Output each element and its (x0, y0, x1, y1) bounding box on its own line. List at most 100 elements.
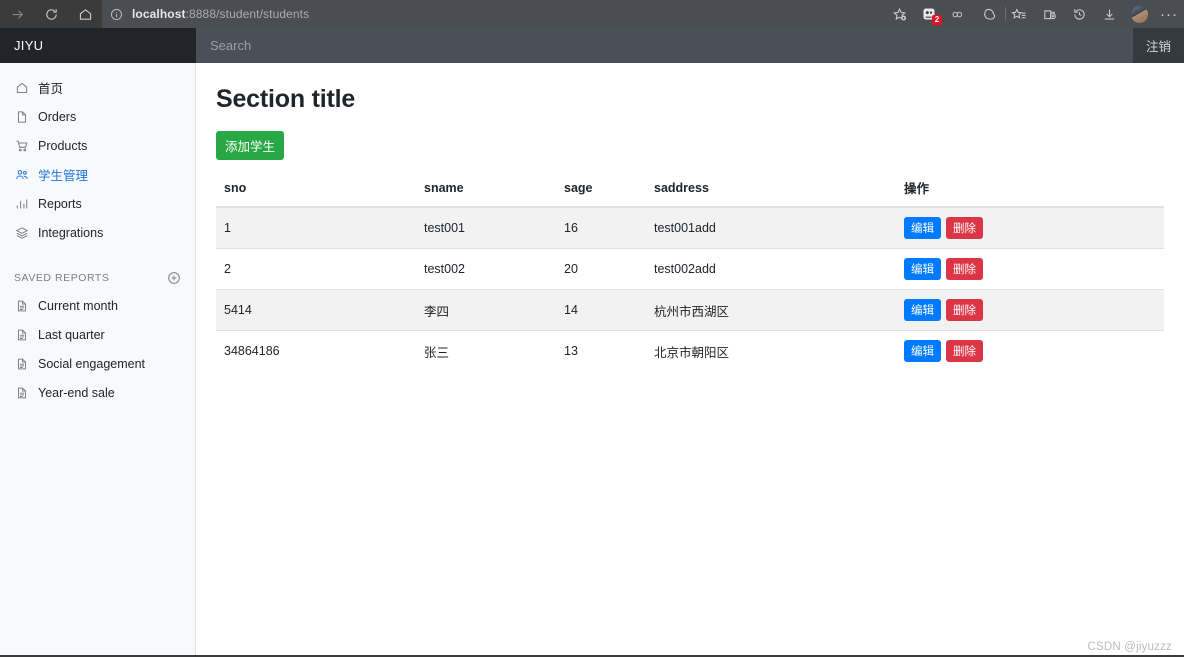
saved-reports-label: SAVED REPORTS (14, 272, 110, 284)
sidebar-item-social-engagement[interactable]: Social engagement (0, 349, 195, 378)
sidebar: 首页 Orders Products 学生管理 Reports Integrat… (0, 63, 196, 657)
table-header: sno sname sage saddress 操作 (216, 172, 1164, 208)
file-icon (14, 109, 29, 124)
settings-more-glyph: ··· (1160, 5, 1178, 23)
sidebar-item-label: Year-end sale (38, 385, 115, 400)
brand-label: JIYU (14, 38, 44, 53)
edit-button[interactable]: 编辑 (904, 340, 941, 362)
address-host: localhost (132, 7, 186, 21)
cell-sno: 34864186 (216, 330, 416, 371)
browser-nav-buttons (0, 0, 102, 28)
table-row: 2 test002 20 test002add 编辑 删除 (216, 248, 1164, 290)
column-header-sname: sname (416, 172, 556, 208)
site-info-icon[interactable] (110, 8, 123, 21)
sidebar-item-products[interactable]: Products (0, 131, 195, 160)
brand-logo[interactable]: JIYU (0, 28, 196, 63)
column-header-sno: sno (216, 172, 416, 208)
infinity-icon[interactable] (944, 0, 974, 28)
sidebar-item-year-end-sale[interactable]: Year-end sale (0, 378, 195, 407)
sidebar-item-orders[interactable]: Orders (0, 102, 195, 131)
address-bar[interactable]: localhost:8888/student/students (102, 0, 884, 28)
address-path: :8888/student/students (185, 7, 310, 21)
cell-sname: 李四 (416, 289, 556, 331)
table-row: 5414 李四 14 杭州市西湖区 编辑 删除 (216, 289, 1164, 331)
layers-icon (14, 225, 29, 240)
sidebar-item-label: 学生管理 (38, 169, 89, 183)
table-row: 1 test001 16 test001add 编辑 删除 (216, 206, 1164, 249)
cell-sno: 1 (216, 206, 416, 249)
home-icon[interactable] (68, 0, 102, 28)
history-icon[interactable] (1064, 0, 1094, 28)
cell-operations: 编辑 删除 (896, 289, 1164, 331)
document-icon (14, 298, 29, 313)
extension-badge-count: 2 (932, 15, 942, 25)
sidebar-item-label: Integrations (38, 225, 104, 240)
cell-sage: 16 (556, 206, 646, 249)
forward-icon[interactable] (0, 0, 34, 28)
logout-button[interactable]: 注销 (1132, 28, 1184, 63)
cell-saddress: 北京市朝阳区 (646, 330, 896, 371)
browser-toolbar-icons: 2 ··· (884, 0, 1184, 28)
cell-sname: test002 (416, 248, 556, 290)
cell-operations: 编辑 删除 (896, 330, 1164, 371)
page-title: Section title (216, 85, 356, 113)
delete-button[interactable]: 删除 (946, 299, 983, 321)
edit-button[interactable]: 编辑 (904, 258, 941, 280)
cell-saddress: test001add (646, 206, 896, 249)
sidebar-item-label: Current month (38, 298, 118, 313)
search-container[interactable] (196, 28, 1132, 63)
column-header-operations: 操作 (896, 172, 1164, 208)
cell-sage: 14 (556, 289, 646, 331)
address-text: localhost:8888/student/students (132, 7, 309, 21)
extension-icon[interactable]: 2 (914, 0, 944, 28)
home-icon (14, 80, 29, 95)
cell-sno: 5414 (216, 289, 416, 331)
profile-avatar[interactable] (1124, 0, 1154, 28)
cell-sage: 20 (556, 248, 646, 290)
table-row: 34864186 张三 13 北京市朝阳区 编辑 删除 (216, 330, 1164, 371)
browser-essentials-icon[interactable] (974, 0, 1006, 28)
downloads-icon[interactable] (1094, 0, 1124, 28)
favorites-add-icon[interactable] (884, 0, 914, 28)
delete-button[interactable]: 删除 (946, 217, 983, 239)
cell-sage: 13 (556, 330, 646, 371)
settings-more-icon[interactable]: ··· (1154, 0, 1184, 28)
sidebar-item-label: Social engagement (38, 356, 146, 371)
bar-chart-icon (14, 196, 29, 211)
document-icon (14, 327, 29, 342)
sidebar-item-reports[interactable]: Reports (0, 189, 195, 218)
cell-operations: 编辑 删除 (896, 206, 1164, 249)
sidebar-item-home[interactable]: 首页 (0, 73, 195, 102)
students-table: sno sname sage saddress 操作 1 test001 16 … (216, 172, 1164, 371)
web-page: JIYU 注销 首页 Orders (0, 28, 1184, 657)
cell-sno: 2 (216, 248, 416, 290)
add-student-button[interactable]: 添加学生 (216, 131, 285, 160)
people-icon (14, 167, 29, 182)
search-input[interactable] (208, 37, 1132, 54)
edit-button[interactable]: 编辑 (904, 217, 941, 239)
saved-reports-heading: SAVED REPORTS (0, 265, 195, 291)
sidebar-item-last-quarter[interactable]: Last quarter (0, 320, 195, 349)
delete-button[interactable]: 删除 (946, 340, 983, 362)
favorites-list-icon[interactable] (1004, 0, 1034, 28)
sidebar-item-current-month[interactable]: Current month (0, 291, 195, 320)
column-header-sage: sage (556, 172, 646, 208)
cell-saddress: 杭州市西湖区 (646, 289, 896, 331)
sidebar-item-label: Reports (38, 196, 82, 211)
sidebar-item-integrations[interactable]: Integrations (0, 218, 195, 247)
collections-icon[interactable] (1034, 0, 1064, 28)
table-body: 1 test001 16 test001add 编辑 删除 2 test002 2… (216, 206, 1164, 371)
main-content: Section title 添加学生 sno sname sage saddre… (196, 63, 1184, 657)
app-navbar: JIYU 注销 (0, 28, 1184, 63)
cell-operations: 编辑 删除 (896, 248, 1164, 290)
edit-button[interactable]: 编辑 (904, 299, 941, 321)
logout-label: 注销 (1145, 40, 1171, 54)
cell-sname: 张三 (416, 330, 556, 371)
sidebar-item-student-management[interactable]: 学生管理 (0, 160, 195, 189)
plus-circle-icon[interactable] (167, 271, 181, 285)
cell-saddress: test002add (646, 248, 896, 290)
sidebar-item-label: Orders (38, 109, 77, 124)
reload-icon[interactable] (34, 0, 68, 28)
delete-button[interactable]: 删除 (946, 258, 983, 280)
document-icon (14, 356, 29, 371)
